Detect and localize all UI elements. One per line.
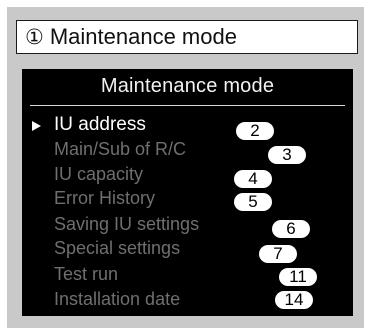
menu-item-test-run[interactable]: Test run	[54, 264, 118, 285]
menu-item-iu-address[interactable]: IU address	[54, 114, 146, 136]
title-divider	[30, 105, 345, 106]
callout-badge: 3	[268, 146, 306, 164]
callout-badge: 5	[234, 193, 272, 211]
menu-item-main-sub[interactable]: Main/Sub of R/C	[54, 139, 186, 160]
remote-controller-screen: Maintenance mode IU address 2 Main/Sub o…	[22, 69, 353, 316]
step-caption: ① Maintenance mode	[16, 20, 358, 54]
callout-badge: 2	[236, 122, 274, 140]
callout-badge: 7	[259, 245, 297, 263]
menu-item-error-history[interactable]: Error History	[54, 188, 155, 209]
menu-item-saving-iu-settings[interactable]: Saving IU settings	[54, 214, 199, 235]
callout-badge: 11	[279, 268, 317, 286]
menu-item-iu-capacity[interactable]: IU capacity	[54, 164, 143, 185]
selection-cursor-icon	[32, 121, 41, 131]
menu-item-installation-date[interactable]: Installation date	[54, 289, 180, 310]
screen-title: Maintenance mode	[100, 75, 275, 97]
callout-badge: 4	[234, 170, 272, 188]
menu-item-special-settings[interactable]: Special settings	[54, 238, 180, 259]
callout-badge: 14	[275, 291, 313, 309]
callout-badge: 6	[272, 220, 310, 238]
step-caption-text: Maintenance mode	[49, 24, 237, 49]
step-number: ①	[25, 25, 44, 49]
